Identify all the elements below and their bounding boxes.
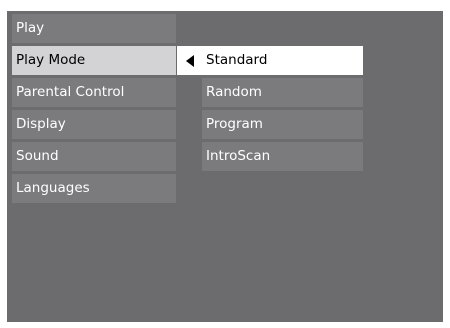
submenu-item-random[interactable]: Random bbox=[202, 78, 363, 107]
menu-item-label: Play bbox=[16, 20, 45, 36]
menu-item-label: Play Mode bbox=[16, 52, 86, 68]
triangle-left-icon bbox=[186, 55, 194, 67]
osd-screen: Play Play Mode Parental Control Display … bbox=[7, 11, 443, 322]
submenu-item-introscan[interactable]: IntroScan bbox=[202, 142, 363, 171]
menu-item-play-mode[interactable]: Play Mode bbox=[12, 46, 176, 75]
menu-item-label: Parental Control bbox=[16, 84, 125, 100]
menu-item-label: Sound bbox=[16, 148, 59, 164]
menu-item-sound[interactable]: Sound bbox=[12, 142, 176, 171]
menu-item-display[interactable]: Display bbox=[12, 110, 176, 139]
menu-item-parental-control[interactable]: Parental Control bbox=[12, 78, 176, 107]
menu-item-label: Languages bbox=[16, 180, 90, 196]
menu-item-label: Display bbox=[16, 116, 66, 132]
submenu-item-label: Random bbox=[206, 84, 262, 100]
submenu-item-program[interactable]: Program bbox=[202, 110, 363, 139]
menu-item-play[interactable]: Play bbox=[12, 14, 176, 43]
menu-item-languages[interactable]: Languages bbox=[12, 174, 176, 203]
submenu-item-label: Program bbox=[206, 116, 263, 132]
submenu-item-label: IntroScan bbox=[206, 148, 271, 164]
submenu-item-standard[interactable]: Standard bbox=[177, 46, 363, 75]
submenu-item-label: Standard bbox=[206, 52, 268, 68]
